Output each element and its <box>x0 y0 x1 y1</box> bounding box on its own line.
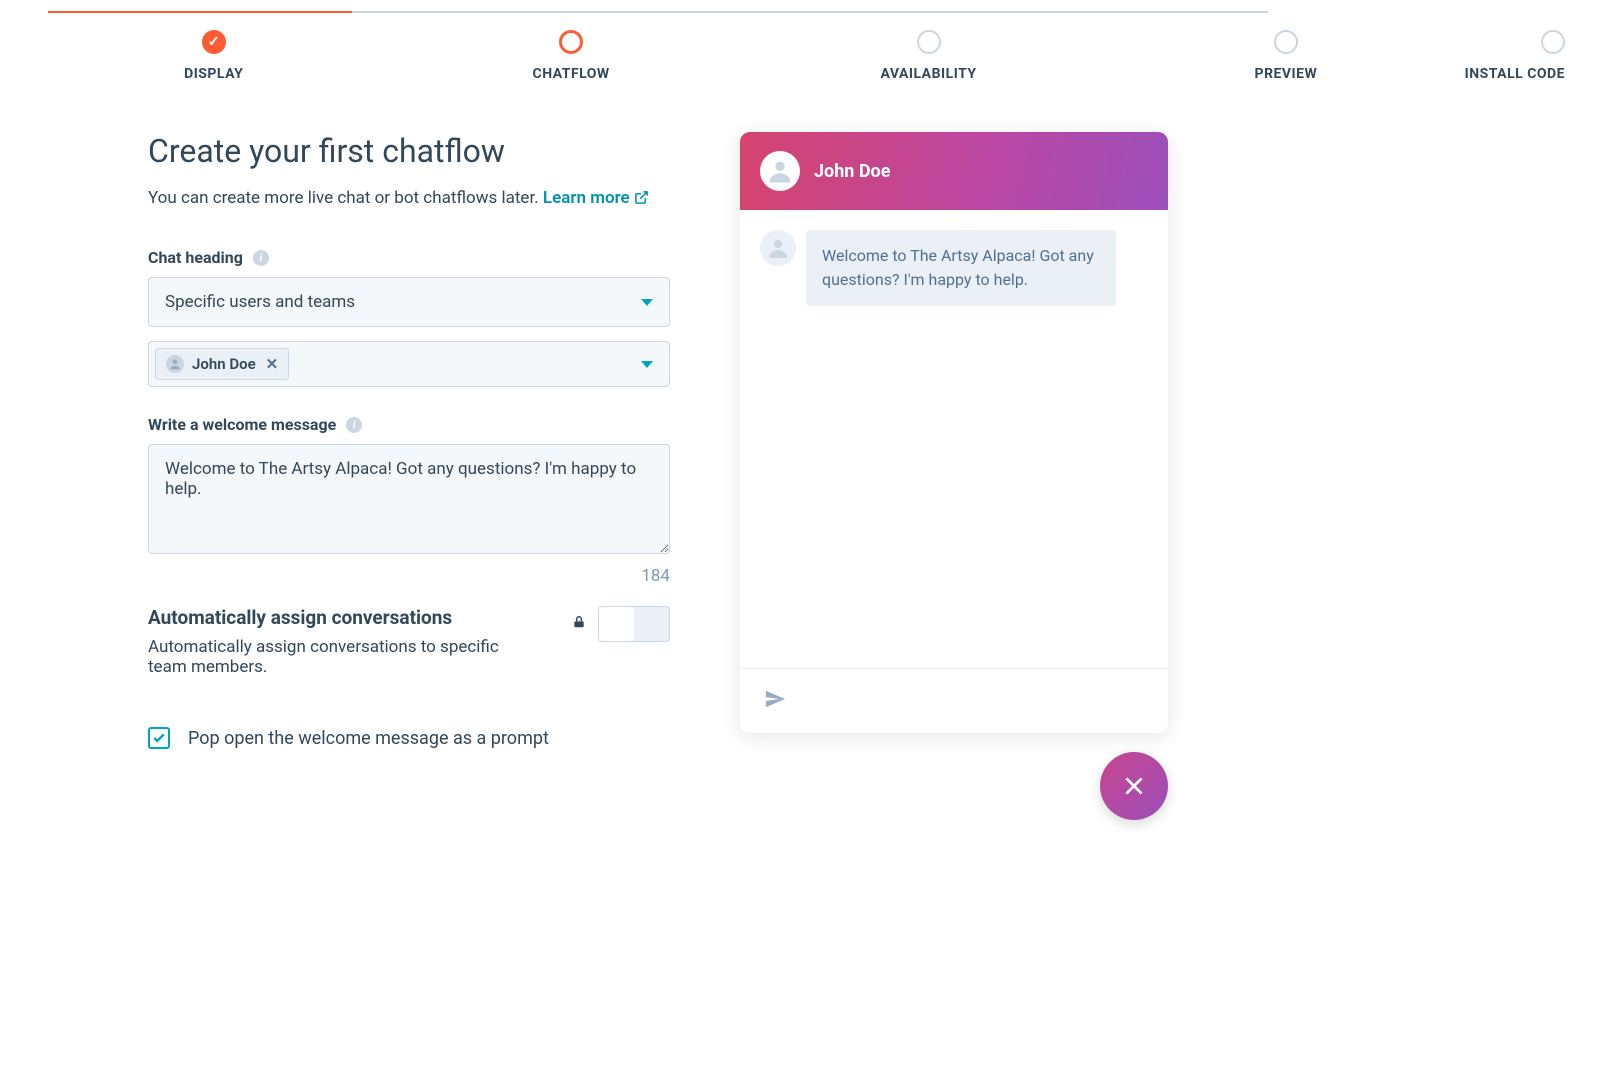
step-chatflow[interactable]: CHATFLOW <box>392 30 749 82</box>
welcome-label: Write a welcome message i <box>148 415 670 434</box>
remove-chip-icon[interactable]: ✕ <box>266 355 279 373</box>
avatar <box>760 151 800 191</box>
user-chip: John Doe ✕ <box>155 348 289 380</box>
agent-name: John Doe <box>814 161 890 182</box>
lock-icon <box>572 614 586 634</box>
step-label: DISPLAY <box>184 66 243 82</box>
step-availability[interactable]: AVAILABILITY <box>750 30 1107 82</box>
chat-body: Welcome to The Artsy Alpaca! Got any que… <box>740 210 1168 668</box>
assign-title: Automatically assign conversations <box>148 606 508 629</box>
chevron-down-icon <box>641 299 653 306</box>
welcome-message-input[interactable] <box>148 444 670 554</box>
progress-stepper: ✓ DISPLAY CHATFLOW AVAILABILITY PREVIEW … <box>0 0 1600 82</box>
external-link-icon <box>634 190 649 210</box>
page-subtitle: You can create more live chat or bot cha… <box>148 188 670 210</box>
learn-more-link[interactable]: Learn more <box>543 188 649 208</box>
message-avatar <box>760 230 796 266</box>
close-chat-button[interactable] <box>1100 752 1168 820</box>
chat-footer <box>740 668 1168 733</box>
chat-header: John Doe <box>740 132 1168 210</box>
step-circle-active <box>559 30 583 54</box>
step-line-3 <box>657 11 963 13</box>
info-icon[interactable]: i <box>346 417 362 433</box>
step-install-code[interactable]: INSTALL CODE <box>1465 30 1565 82</box>
step-circle-done: ✓ <box>202 30 226 54</box>
step-circle <box>1274 30 1298 54</box>
avatar-icon <box>166 355 184 373</box>
pop-open-checkbox[interactable] <box>148 727 170 749</box>
users-select[interactable]: John Doe ✕ <box>148 341 670 387</box>
step-line-1-active <box>48 11 352 13</box>
step-label: INSTALL CODE <box>1465 66 1565 82</box>
step-label: PREVIEW <box>1255 66 1318 82</box>
message-bubble: Welcome to The Artsy Alpaca! Got any que… <box>806 230 1116 306</box>
step-label: CHATFLOW <box>533 66 610 82</box>
chat-heading-select[interactable]: Specific users and teams <box>148 277 670 327</box>
assign-desc: Automatically assign conversations to sp… <box>148 637 508 677</box>
check-icon: ✓ <box>208 34 220 50</box>
checkbox-label: Pop open the welcome message as a prompt <box>188 728 549 749</box>
step-line-4 <box>963 11 1268 13</box>
step-preview[interactable]: PREVIEW <box>1107 30 1464 82</box>
step-line-2 <box>352 11 657 13</box>
step-circle <box>1541 30 1565 54</box>
character-count: 184 <box>148 566 670 586</box>
chat-preview: John Doe Welcome to The Artsy Alpaca! Go… <box>740 132 1168 733</box>
info-icon[interactable]: i <box>253 250 269 266</box>
chat-heading-label: Chat heading i <box>148 248 670 267</box>
page-title: Create your first chatflow <box>148 132 670 170</box>
send-icon[interactable] <box>764 688 786 714</box>
step-circle <box>917 30 941 54</box>
step-display[interactable]: ✓ DISPLAY <box>35 30 392 82</box>
chevron-down-icon <box>641 361 653 368</box>
step-label: AVAILABILITY <box>880 66 976 82</box>
assign-toggle[interactable] <box>598 606 670 642</box>
